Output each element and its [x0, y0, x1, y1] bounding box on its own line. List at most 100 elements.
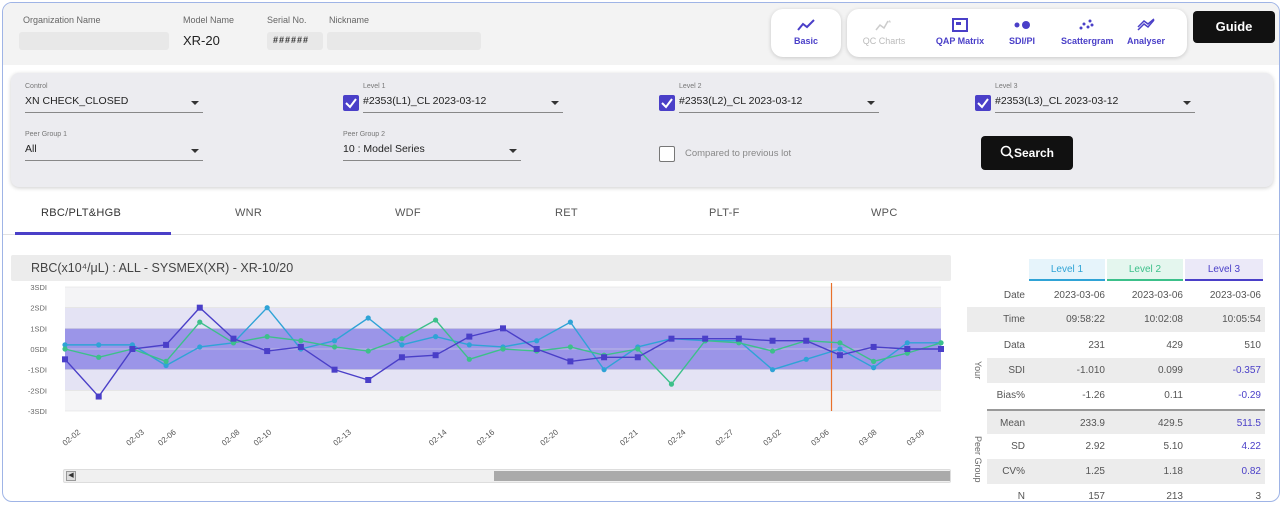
nickname-field[interactable] — [327, 32, 481, 50]
level3-checkbox[interactable] — [975, 95, 991, 111]
app-window: Organization Name Model Name XR-20 Seria… — [2, 2, 1280, 502]
tab-wpc[interactable]: WPC — [871, 207, 898, 219]
time-row: Time 09:58:22 10:02:08 10:05:54 — [967, 307, 1265, 332]
peer1-select[interactable]: All — [25, 143, 203, 161]
tab-ret[interactable]: RET — [555, 207, 578, 219]
peer2-value: 10 : Model Series — [343, 143, 425, 155]
test-tabs: RBC/PLT&HGB WNR WDF RET PLT-F WPC — [3, 193, 1279, 235]
tab-wdf[interactable]: WDF — [395, 207, 421, 219]
level2-label: Level 2 — [679, 83, 702, 90]
x-tick-label: 03-08 — [857, 427, 879, 447]
y-tick-label: 1SDI — [30, 324, 47, 333]
sdi-l3: -0.357 — [1232, 365, 1261, 376]
guide-button[interactable]: Guide — [1193, 11, 1275, 43]
point-level2 — [197, 319, 203, 325]
filter-panel: Control XN CHECK_CLOSED Level 1 #2353(L1… — [11, 73, 1273, 187]
data-l3: 510 — [1244, 340, 1261, 351]
peer1-value: All — [25, 143, 37, 155]
chart-title: RBC(x10⁴/μL) : ALL - SYSMEX(XR) - XR-10/… — [31, 261, 294, 275]
x-tick-label: 02-20 — [539, 427, 561, 447]
level3-select[interactable]: #2353(L3)_CL 2023-03-12 — [995, 95, 1195, 113]
level1-header: Level 1 — [1029, 259, 1105, 281]
nav-qap-matrix-label: QAP Matrix — [935, 36, 985, 46]
nav-scattergram-button[interactable]: Scattergram — [1061, 9, 1114, 57]
sdi-icon — [1014, 21, 1030, 29]
nav-analyser-button[interactable]: Analyser — [1121, 9, 1171, 57]
point-level3 — [803, 337, 810, 344]
point-level1 — [365, 315, 371, 321]
nav-sdi-pi-button[interactable]: SDI/PI — [997, 9, 1047, 57]
tab-plt-f[interactable]: PLT-F — [709, 207, 740, 219]
level1-checkbox[interactable] — [343, 95, 359, 111]
tab-rbc-plt-hgb[interactable]: RBC/PLT&HGB — [41, 207, 121, 219]
date-label: Date — [1003, 290, 1025, 301]
org-value-field — [19, 32, 169, 50]
level2-select[interactable]: #2353(L2)_CL 2023-03-12 — [679, 95, 879, 113]
model-value: XR-20 — [183, 33, 220, 48]
point-level3 — [365, 377, 372, 383]
mean-l3: 511.5 — [1236, 418, 1261, 429]
matrix-icon — [952, 18, 968, 32]
level1-label: Level 1 — [363, 83, 386, 90]
point-level3 — [62, 356, 68, 363]
search-button[interactable]: Search — [981, 136, 1073, 170]
x-tick-label: 02-02 — [61, 427, 83, 447]
y-tick-label: -2SDI — [28, 386, 47, 395]
sd-l1: 2.92 — [1085, 441, 1105, 452]
point-level3 — [500, 325, 506, 332]
point-level3 — [196, 304, 203, 311]
x-tick-label: 02-16 — [475, 427, 497, 447]
sd-l3: 4.22 — [1241, 441, 1261, 452]
level1-value: #2353(L1)_CL 2023-03-12 — [363, 95, 487, 107]
point-level2 — [365, 348, 371, 354]
bias-l1: -1.26 — [1082, 390, 1105, 401]
cv-l1: 1.25 — [1085, 466, 1105, 477]
y-tick-label: 2SDI — [30, 304, 47, 313]
point-level1 — [769, 367, 776, 373]
y-tick-label: -1SDI — [28, 366, 47, 375]
peer2-select[interactable]: 10 : Model Series — [343, 143, 521, 161]
y-tick-label: 3SDI — [30, 283, 47, 292]
y-tick-label: -3SDI — [28, 407, 47, 416]
x-tick-label: 02-06 — [156, 427, 178, 447]
point-level3 — [567, 358, 574, 365]
point-level3 — [533, 346, 540, 352]
star-chart-icon: * — [875, 19, 891, 31]
control-select[interactable]: XN CHECK_CLOSED — [25, 95, 203, 113]
point-level2 — [500, 346, 506, 352]
compare-label: Compared to previous lot — [685, 148, 792, 159]
point-level1 — [871, 365, 877, 371]
x-tick-label: 02-03 — [124, 427, 146, 447]
x-tick-label: 02-24 — [666, 427, 688, 447]
point-level2 — [837, 340, 843, 346]
level2-checkbox[interactable] — [659, 95, 675, 111]
point-level3 — [601, 354, 608, 361]
time-l3: 10:05:54 — [1222, 314, 1261, 325]
scrollbar-thumb[interactable] — [494, 471, 950, 481]
level1-select[interactable]: #2353(L1)_CL 2023-03-12 — [363, 95, 563, 113]
point-level3 — [129, 346, 136, 352]
point-level3 — [836, 352, 843, 359]
analyser-icon — [1137, 18, 1155, 31]
point-level3 — [870, 343, 877, 350]
point-level3 — [432, 352, 439, 359]
point-level1 — [433, 334, 439, 340]
level3-value: #2353(L3)_CL 2023-03-12 — [995, 95, 1119, 107]
n-l2: 213 — [1166, 491, 1183, 502]
nav-qc-charts-button[interactable]: * QC Charts — [859, 9, 909, 57]
x-tick-label: 02-13 — [332, 427, 354, 447]
nav-qap-matrix-button[interactable]: QAP Matrix — [935, 9, 985, 57]
nav-basic-button[interactable]: Basic — [781, 9, 831, 57]
point-level2 — [62, 346, 68, 352]
mean-row: Mean 233.9 429.5 511.5 — [987, 409, 1265, 434]
tab-wnr[interactable]: WNR — [235, 207, 262, 219]
bias-label: Bias% — [996, 390, 1025, 401]
check-icon — [661, 98, 673, 109]
point-level3 — [331, 366, 338, 373]
date-row: Date 2023-03-06 2023-03-06 2023-03-06 — [967, 283, 1265, 308]
point-level1 — [601, 367, 607, 373]
level3-header: Level 3 — [1185, 259, 1263, 281]
scroll-left-button[interactable]: ◀ — [66, 471, 76, 481]
compare-checkbox[interactable] — [659, 146, 675, 162]
chart-scrollbar[interactable]: ◀ — [63, 469, 951, 483]
